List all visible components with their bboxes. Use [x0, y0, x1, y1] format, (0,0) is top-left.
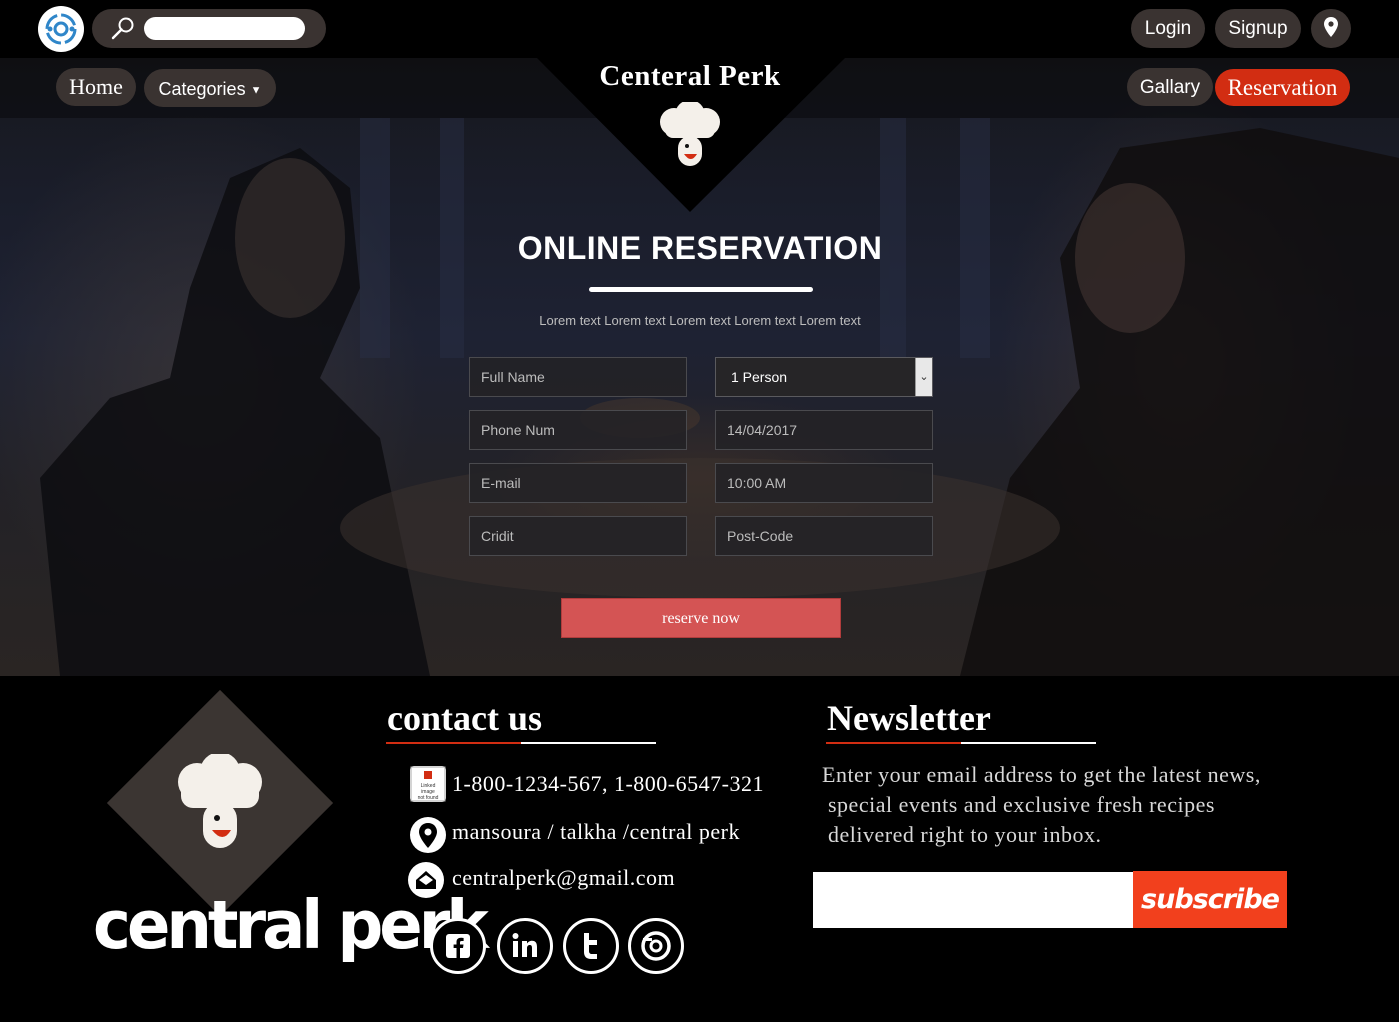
newsletter-email-input[interactable] — [813, 872, 1133, 928]
chef-hat-icon — [660, 102, 720, 166]
caret-down-icon: ▼ — [250, 84, 262, 97]
newsletter-underline-accent — [826, 742, 961, 744]
nav-gallery[interactable]: Gallary — [1127, 68, 1213, 106]
location-pin-icon — [410, 817, 446, 853]
twitter-icon[interactable] — [563, 918, 619, 974]
newsletter-text-line2: special events and exclusive fresh recip… — [828, 792, 1215, 817]
footer-wordmark: central perk — [93, 887, 489, 965]
full-name-field[interactable]: Full Name — [469, 357, 687, 397]
brand-title[interactable]: Centeral Perk — [560, 60, 820, 93]
nav-home[interactable]: Home — [56, 68, 136, 106]
contact-phone: 1-800-1234-567, 1-800-6547-321 — [452, 771, 764, 796]
nav-categories-label: Categories — [158, 79, 246, 99]
postcode-field[interactable]: Post-Code — [715, 516, 933, 556]
mail-icon — [408, 862, 444, 898]
persons-select[interactable]: 1 Person ⌄ — [715, 357, 933, 397]
phone-field[interactable]: Phone Num — [469, 410, 687, 450]
contact-address: mansoura / talkha /central perk — [452, 819, 740, 844]
facebook-icon[interactable] — [430, 918, 486, 974]
contact-email[interactable]: centralperk@gmail.com — [452, 867, 675, 889]
newsletter-description: Enter your email address to get the late… — [822, 760, 1322, 850]
date-field[interactable]: 14/04/2017 — [715, 410, 933, 450]
reservation-subtitle: Lorem text Lorem text Lorem text Lorem t… — [539, 313, 861, 328]
title-underline — [589, 287, 813, 292]
chevron-down-icon[interactable]: ⌄ — [915, 358, 932, 396]
newsletter-text-line3: delivered right to your inbox. — [828, 822, 1102, 847]
svg-text:not found: not found — [418, 795, 439, 801]
phone-icon: Linked image not found — [410, 766, 446, 802]
time-field[interactable]: 10:00 AM — [715, 463, 933, 503]
contact-underline-accent — [386, 742, 521, 744]
reservation-title: ONLINE RESERVATION — [517, 230, 883, 266]
nav-reservation[interactable]: Reservation — [1215, 69, 1350, 106]
nav-categories-dropdown[interactable]: Categories ▼ — [144, 69, 276, 107]
linkedin-icon[interactable] — [497, 918, 553, 974]
chef-hat-icon — [178, 754, 262, 848]
credit-field[interactable]: Cridit — [469, 516, 687, 556]
reserve-now-button[interactable]: reserve now — [561, 598, 841, 638]
persons-select-value: 1 Person — [731, 369, 788, 385]
newsletter-title: Newsletter — [827, 698, 991, 738]
email-field[interactable]: E-mail — [469, 463, 687, 503]
contact-title: contact us — [387, 698, 542, 738]
newsletter-text-line1: Enter your email address to get the late… — [822, 762, 1261, 787]
instagram-icon[interactable] — [628, 918, 684, 974]
subscribe-button[interactable]: subscribe — [1133, 871, 1287, 928]
